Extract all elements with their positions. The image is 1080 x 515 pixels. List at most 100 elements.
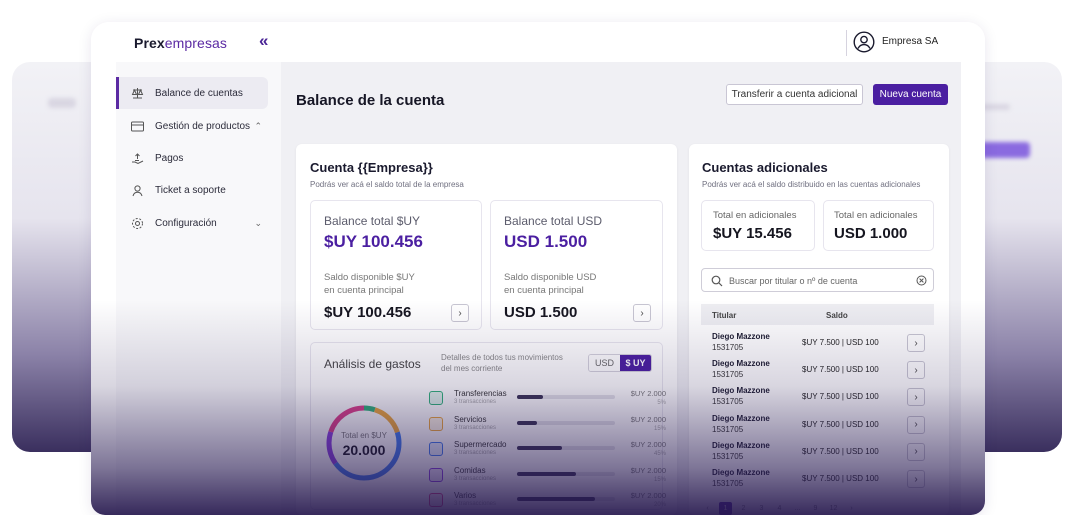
currency-toggle[interactable]: USD $ UY: [588, 354, 652, 372]
user-avatar-icon[interactable]: [853, 31, 875, 53]
page-number[interactable]: ...: [791, 502, 804, 515]
card-icon: [130, 119, 144, 133]
background-blur: [48, 98, 76, 108]
donut-value: 20.000: [342, 442, 386, 458]
expense-percent: 15%: [653, 425, 666, 432]
account-holder: Diego Mazzone: [712, 413, 770, 423]
table-row[interactable]: Diego Mazzone 1531705 $UY 7.500 | USD 100 ›: [701, 331, 934, 358]
sidebar-item-products[interactable]: Gestión de productos ⌃: [116, 110, 268, 142]
expense-bar: [517, 446, 615, 450]
expense-count: 3 transacciones: [454, 399, 497, 405]
expense-percent: 20%: [653, 502, 666, 508]
expense-bar: [517, 471, 615, 476]
transfer-button[interactable]: Transferir a cuenta adicional: [726, 84, 863, 105]
sidebar-item-label: Ticket a soporte: [155, 184, 226, 196]
expenses-description: Detalles de todos tus movimientos: [441, 353, 563, 362]
additional-accounts-panel: Cuentas adicionales Podrás ver acá el sa…: [689, 144, 949, 515]
expense-bar-fill: [517, 395, 544, 399]
page-number[interactable]: 1: [719, 501, 732, 515]
expense-amount: $UY 2.000: [630, 440, 666, 449]
account-subtitle: Podrás ver acá el saldo total de la empr…: [310, 180, 464, 189]
total-value: USD 1.000: [834, 225, 908, 242]
page-number[interactable]: 3: [755, 502, 768, 515]
account-number: 1531705: [712, 397, 744, 407]
column-header-titular: Titular: [712, 311, 737, 320]
table-row[interactable]: Diego Mazzone 1531705 $UY 7.500 | USD 100 ›: [701, 467, 934, 494]
logo: Prexempresas: [134, 35, 228, 51]
total-label: Total en adicionales: [834, 210, 918, 221]
expense-bar: [517, 395, 615, 399]
account-balance: $UY 7.500 | USD 100: [802, 446, 879, 456]
account-number: 1531705: [712, 343, 744, 352]
toggle-usd[interactable]: USD: [589, 355, 620, 371]
account-panel: Cuenta {{Empresa}} Podrás ver acá el sal…: [296, 144, 677, 515]
chevron-left-icon[interactable]: ‹: [701, 502, 714, 515]
sidebar-item-label: Pagos: [155, 152, 184, 164]
expense-name: Supermercado: [454, 440, 507, 449]
chevron-right-icon[interactable]: ›: [451, 304, 469, 322]
page-number[interactable]: 4: [773, 502, 786, 515]
additional-title: Cuentas adicionales: [702, 160, 828, 175]
balance-total: USD 1.500: [504, 232, 588, 251]
available-label: Saldo disponible $UY: [324, 272, 415, 283]
table-row[interactable]: Diego Mazzone 1531705 $UY 7.500 | USD 100 ›: [701, 440, 934, 467]
chevron-right-icon[interactable]: ›: [907, 442, 925, 461]
new-account-button[interactable]: Nueva cuenta: [873, 84, 948, 105]
total-label: Total en adicionales: [713, 210, 797, 221]
chevron-right-icon[interactable]: ›: [845, 502, 858, 515]
sidebar-item-settings[interactable]: Configuración ⌄: [116, 207, 268, 239]
chevron-right-icon[interactable]: ›: [907, 334, 925, 352]
expenses-title: Análisis de gastos: [324, 357, 421, 371]
sidebar-item-support[interactable]: Ticket a soporte: [116, 174, 268, 206]
chevron-up-icon: ⌃: [254, 120, 262, 131]
chevron-right-icon[interactable]: ›: [907, 361, 925, 380]
expense-name: Transferencias: [454, 389, 507, 398]
balance-label: Balance total USD: [504, 214, 603, 228]
balance-card-uy: Balance total $UY $UY 100.456 Saldo disp…: [310, 200, 482, 330]
scale-icon: [130, 86, 144, 100]
payment-icon: [130, 151, 144, 165]
balance-card-usd: Balance total USD USD 1.500 Saldo dispon…: [490, 200, 663, 330]
expense-name: Servicios: [454, 414, 487, 424]
support-icon: [130, 183, 144, 197]
expense-amount: $UY 2.000: [630, 414, 666, 424]
collapse-sidebar-icon[interactable]: «: [259, 32, 275, 49]
pagination: ‹ 1 2 3 4... 9 12 ›: [701, 501, 934, 515]
search-input[interactable]: Buscar por titular o nº de cuenta: [729, 276, 857, 286]
chevron-right-icon[interactable]: ›: [907, 415, 925, 434]
expense-bar-fill: [517, 471, 576, 476]
table-row[interactable]: Diego Mazzone 1531705 $UY 7.500 | USD 100 ›: [701, 413, 934, 440]
expense-row: Comidas 3 transacciones $UY 2.000 15%: [429, 466, 666, 488]
table-row[interactable]: Diego Mazzone 1531705 $UY 7.500 | USD 100 ›: [701, 358, 934, 385]
sidebar-item-balance[interactable]: Balance de cuentas: [116, 77, 268, 109]
sidebar: Balance de cuentas Gestión de productos …: [116, 62, 281, 515]
additional-subtitle: Podrás ver acá el saldo distribuido en l…: [702, 180, 921, 189]
chevron-right-icon[interactable]: ›: [907, 388, 925, 407]
sidebar-item-label: Balance de cuentas: [155, 87, 243, 99]
chevron-right-icon[interactable]: ›: [907, 470, 925, 488]
account-balance: $UY 7.500 | USD 100: [802, 419, 879, 429]
account-holder: Diego Mazzone: [712, 332, 770, 341]
expense-bar-fill: [517, 420, 537, 425]
expense-bar: [517, 497, 615, 501]
expense-percent: 45%: [653, 451, 666, 457]
table-row[interactable]: Diego Mazzone 1531705 $UY 7.500 | USD 100 ›: [701, 385, 934, 412]
additional-total-uy: Total en adicionales $UY 15.456: [701, 200, 815, 251]
table-header: Titular Saldo: [701, 304, 934, 325]
expense-name: Varios: [454, 491, 477, 500]
user-name[interactable]: Empresa SA: [882, 36, 938, 47]
chevron-right-icon[interactable]: ›: [633, 304, 651, 322]
page-number[interactable]: 9: [809, 502, 822, 515]
column-header-saldo: Saldo: [826, 311, 848, 320]
expense-row: Supermercado 3 transacciones $UY 2.000 45%: [429, 440, 666, 462]
clear-icon[interactable]: [916, 275, 927, 286]
cart-icon: [429, 442, 443, 456]
account-holder: Diego Mazzone: [712, 359, 770, 369]
sidebar-item-payments[interactable]: Pagos: [116, 142, 268, 174]
search-box[interactable]: Buscar por titular o nº de cuenta: [701, 268, 934, 292]
total-value: $UY 15.456: [713, 225, 792, 242]
donut-label: Total en $UY: [341, 431, 387, 440]
page-number[interactable]: 2: [737, 502, 750, 515]
toggle-uy[interactable]: $ UY: [620, 355, 651, 371]
page-number[interactable]: 12: [827, 502, 840, 515]
